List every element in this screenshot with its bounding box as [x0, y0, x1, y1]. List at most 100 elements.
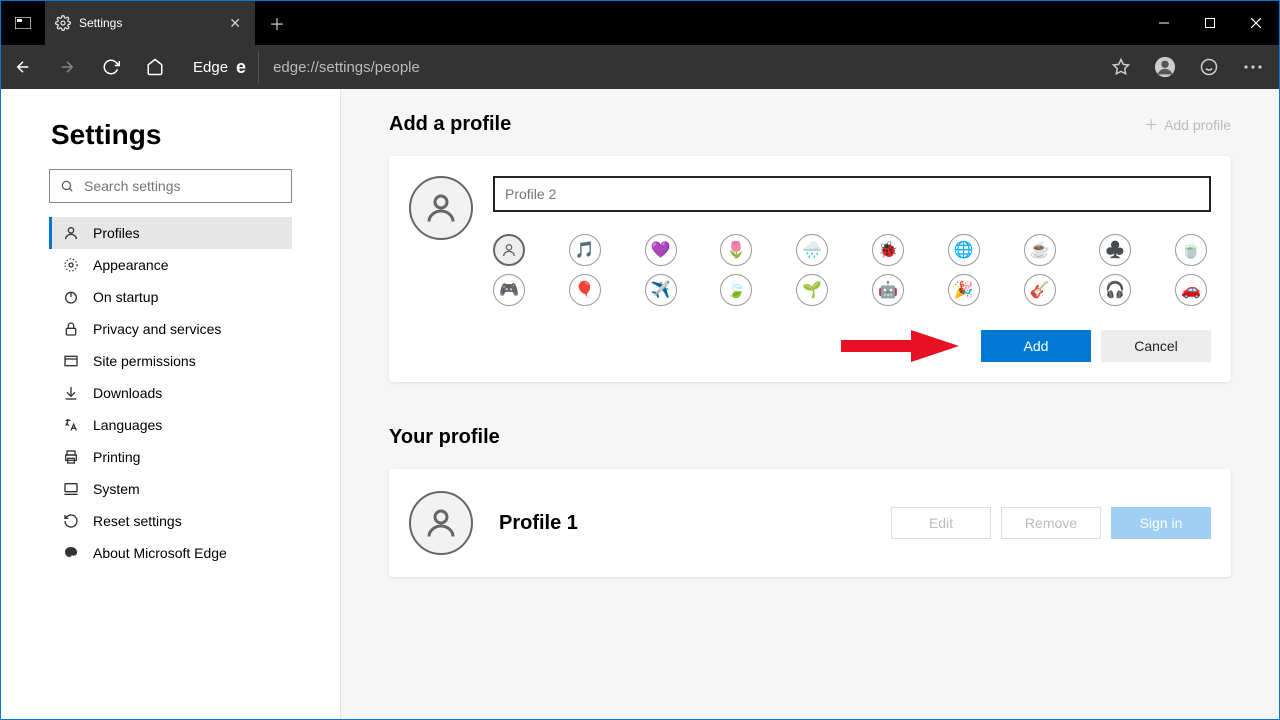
your-profile-card: Profile 1 Edit Remove Sign in: [389, 469, 1231, 577]
home-button[interactable]: [133, 45, 177, 89]
sidebar-item-label: Downloads: [93, 385, 162, 401]
appearance-icon: [61, 257, 81, 273]
tab-close-icon[interactable]: ✕: [225, 15, 245, 32]
feedback-button[interactable]: [1187, 45, 1231, 89]
avatar-picker: 🎵 💜 🌷 🌧️ 🐞 🌐 ☕ ♣️ 🍵 🎮 🎈 ✈️ 🍃 🌱 🤖 🎉 🎸 🎧 🚗: [493, 234, 1211, 306]
sidebar-item-on-startup[interactable]: On startup: [49, 281, 292, 313]
add-profile-link-label: Add profile: [1164, 117, 1231, 133]
sidebar-item-label: System: [93, 481, 140, 497]
arrow-annotation: [841, 330, 961, 362]
plus-icon: ＋: [1144, 115, 1158, 135]
site-permissions-icon: [61, 353, 81, 369]
add-profile-link[interactable]: ＋ Add profile: [1144, 115, 1231, 135]
add-button[interactable]: Add: [981, 330, 1091, 362]
avatar-option-car[interactable]: 🚗: [1175, 274, 1207, 306]
favorite-button[interactable]: [1099, 45, 1143, 89]
avatar-option-headphones[interactable]: 🎧: [1099, 274, 1131, 306]
languages-icon: [61, 417, 81, 433]
your-profile-heading: Your profile: [389, 426, 1231, 449]
address-text: edge://settings/people: [273, 59, 420, 76]
sidebar-item-label: On startup: [93, 289, 158, 305]
on-startup-icon: [61, 289, 81, 305]
add-profile-card: 🎵 💜 🌷 🌧️ 🐞 🌐 ☕ ♣️ 🍵 🎮 🎈 ✈️ 🍃 🌱 🤖 🎉 🎸 🎧 🚗 Add Cancel: [389, 156, 1231, 382]
sidebar-item-label: Appearance: [93, 257, 169, 273]
search-settings[interactable]: [49, 169, 292, 203]
avatar-option-person[interactable]: [493, 234, 525, 266]
address-bar[interactable]: edge://settings/people: [258, 51, 1099, 83]
avatar-option-gamepad[interactable]: 🎮: [493, 274, 525, 306]
search-input[interactable]: [82, 177, 281, 195]
avatar-option-cup[interactable]: ☕: [1024, 234, 1056, 266]
sidebar-item-label: Site permissions: [93, 353, 196, 369]
avatar-option-balloons[interactable]: 🎈: [569, 274, 601, 306]
sidebar-item-label: Profiles: [93, 225, 140, 241]
avatar-option-cloud[interactable]: 🌧️: [796, 234, 828, 266]
new-tab-button[interactable]: ＋: [255, 1, 299, 45]
app-icon: [1, 1, 45, 45]
avatar-option-confetti[interactable]: 🎉: [948, 274, 980, 306]
edge-text: Edge: [193, 59, 228, 76]
avatar-option-ladybug[interactable]: 🐞: [872, 234, 904, 266]
add-profile-heading: Add a profile: [389, 113, 511, 136]
maximize-button[interactable]: [1187, 1, 1233, 45]
browser-tab[interactable]: Settings ✕: [45, 1, 255, 45]
profile-name-input[interactable]: [493, 176, 1211, 212]
profiles-icon: [61, 225, 81, 241]
system-icon: [61, 481, 81, 497]
settings-heading: Settings: [51, 119, 292, 151]
avatar-option-leaf[interactable]: 🍃: [720, 274, 752, 306]
sidebar-item-label: About Microsoft Edge: [93, 545, 227, 561]
cancel-button[interactable]: Cancel: [1101, 330, 1211, 362]
sign-in-button[interactable]: Sign in: [1111, 507, 1211, 539]
sidebar-item-label: Privacy and services: [93, 321, 221, 337]
refresh-button[interactable]: [89, 45, 133, 89]
tab-title: Settings: [79, 16, 122, 30]
edge-label: Edge e: [177, 57, 258, 78]
avatar-option-music[interactable]: 🎵: [569, 234, 601, 266]
sidebar-item-printing[interactable]: Printing: [49, 441, 292, 473]
gear-icon: [55, 15, 71, 31]
edit-button[interactable]: Edit: [891, 507, 991, 539]
search-icon: [60, 179, 74, 193]
sidebar-item-site-permissions[interactable]: Site permissions: [49, 345, 292, 377]
sidebar-item-downloads[interactable]: Downloads: [49, 377, 292, 409]
avatar-option-globe[interactable]: 🌐: [948, 234, 980, 266]
sidebar-item-profiles[interactable]: Profiles: [49, 217, 292, 249]
sidebar-item-label: Printing: [93, 449, 140, 465]
avatar-preview: [409, 176, 473, 240]
settings-nav: Profiles Appearance On startup Privacy and …: [49, 217, 292, 569]
sidebar-item-privacy[interactable]: Privacy and services: [49, 313, 292, 345]
privacy-icon: [61, 321, 81, 337]
edge-logo-icon: e: [236, 57, 246, 78]
toolbar: Edge e edge://settings/people: [1, 45, 1279, 89]
avatar-option-cards[interactable]: ♣️: [1099, 234, 1131, 266]
sidebar-item-languages[interactable]: Languages: [49, 409, 292, 441]
avatar-option-flower[interactable]: 🌷: [720, 234, 752, 266]
titlebar: Settings ✕ ＋: [1, 1, 1279, 45]
sidebar-item-about[interactable]: About Microsoft Edge: [49, 537, 292, 569]
avatar-option-tea[interactable]: 🍵: [1175, 234, 1207, 266]
sidebar-item-appearance[interactable]: Appearance: [49, 249, 292, 281]
remove-button[interactable]: Remove: [1001, 507, 1101, 539]
avatar-option-plane[interactable]: ✈️: [645, 274, 677, 306]
sidebar-item-reset[interactable]: Reset settings: [49, 505, 292, 537]
sidebar-item-system[interactable]: System: [49, 473, 292, 505]
printing-icon: [61, 449, 81, 465]
close-window-button[interactable]: [1233, 1, 1279, 45]
forward-button[interactable]: [45, 45, 89, 89]
profile-button[interactable]: [1143, 45, 1187, 89]
avatar-option-robot[interactable]: 🤖: [872, 274, 904, 306]
minimize-button[interactable]: [1141, 1, 1187, 45]
about-icon: [61, 545, 81, 561]
avatar-option-plant[interactable]: 🌱: [796, 274, 828, 306]
avatar-option-heart[interactable]: 💜: [645, 234, 677, 266]
avatar: [409, 491, 473, 555]
sidebar-item-label: Reset settings: [93, 513, 182, 529]
menu-button[interactable]: [1231, 45, 1275, 89]
profile-name: Profile 1: [499, 512, 578, 535]
reset-icon: [61, 513, 81, 529]
back-button[interactable]: [1, 45, 45, 89]
sidebar-item-label: Languages: [93, 417, 162, 433]
avatar-option-guitar[interactable]: 🎸: [1024, 274, 1056, 306]
settings-main: Add a profile ＋ Add profile 🎵 💜 🌷 🌧️ 🐞 🌐 ☕ ♣️ 🍵 🎮…: [341, 89, 1279, 719]
